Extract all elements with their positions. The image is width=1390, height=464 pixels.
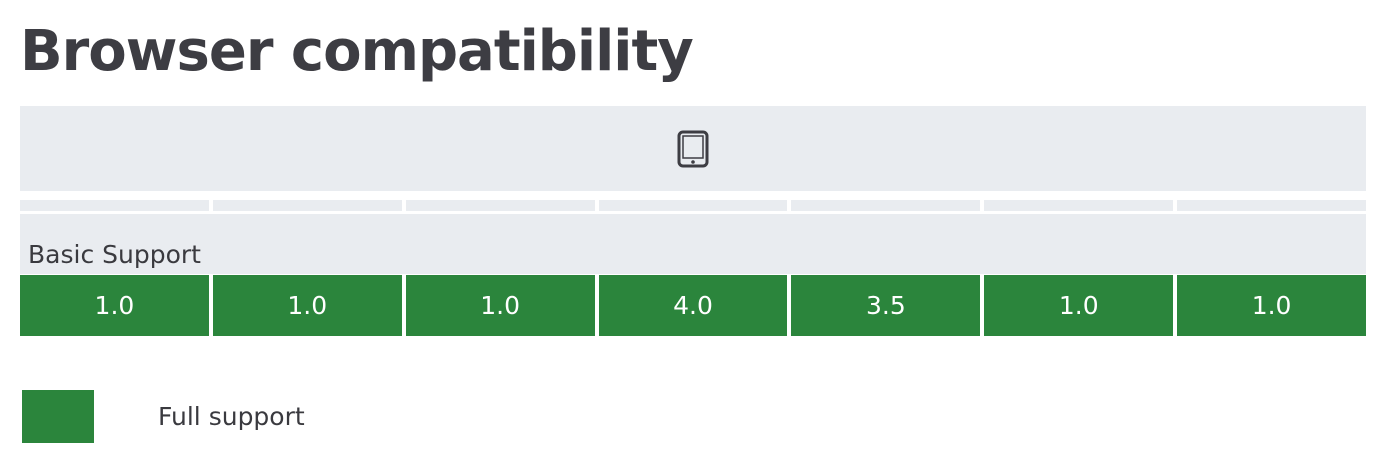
support-cell[interactable]: 1.0 (20, 275, 209, 336)
browser-header-cell (594, 200, 788, 211)
support-cell[interactable]: 1.0 (401, 275, 595, 336)
platform-header-row (20, 106, 1366, 191)
support-cell[interactable]: 3.5 (787, 275, 981, 336)
support-cell[interactable]: 1.0 (208, 275, 402, 336)
browser-header-cell (1173, 200, 1367, 211)
feature-row: Basic Support (20, 211, 1366, 274)
support-row: 1.0 1.0 1.0 4.0 3.5 1.0 1.0 (20, 275, 1367, 336)
browser-header-cell (401, 200, 595, 211)
support-cell[interactable]: 1.0 (980, 275, 1174, 336)
tablet-icon (677, 130, 709, 167)
legend-swatch-full-support (22, 390, 94, 443)
legend: Full support (22, 390, 305, 443)
browser-header-cell (208, 200, 402, 211)
browser-header-cell (787, 200, 981, 211)
browser-header-cell (20, 200, 209, 211)
support-cell[interactable]: 4.0 (594, 275, 788, 336)
browser-compatibility-table: Basic Support 1.0 1.0 1.0 4.0 3.5 1.0 1.… (20, 106, 1367, 336)
support-cell[interactable]: 1.0 (1173, 275, 1367, 336)
browser-header-row (20, 200, 1367, 211)
feature-name: Basic Support (28, 240, 201, 269)
browser-header-cell (980, 200, 1174, 211)
legend-label-full-support: Full support (158, 402, 305, 431)
page-title: Browser compatibility (20, 19, 694, 84)
